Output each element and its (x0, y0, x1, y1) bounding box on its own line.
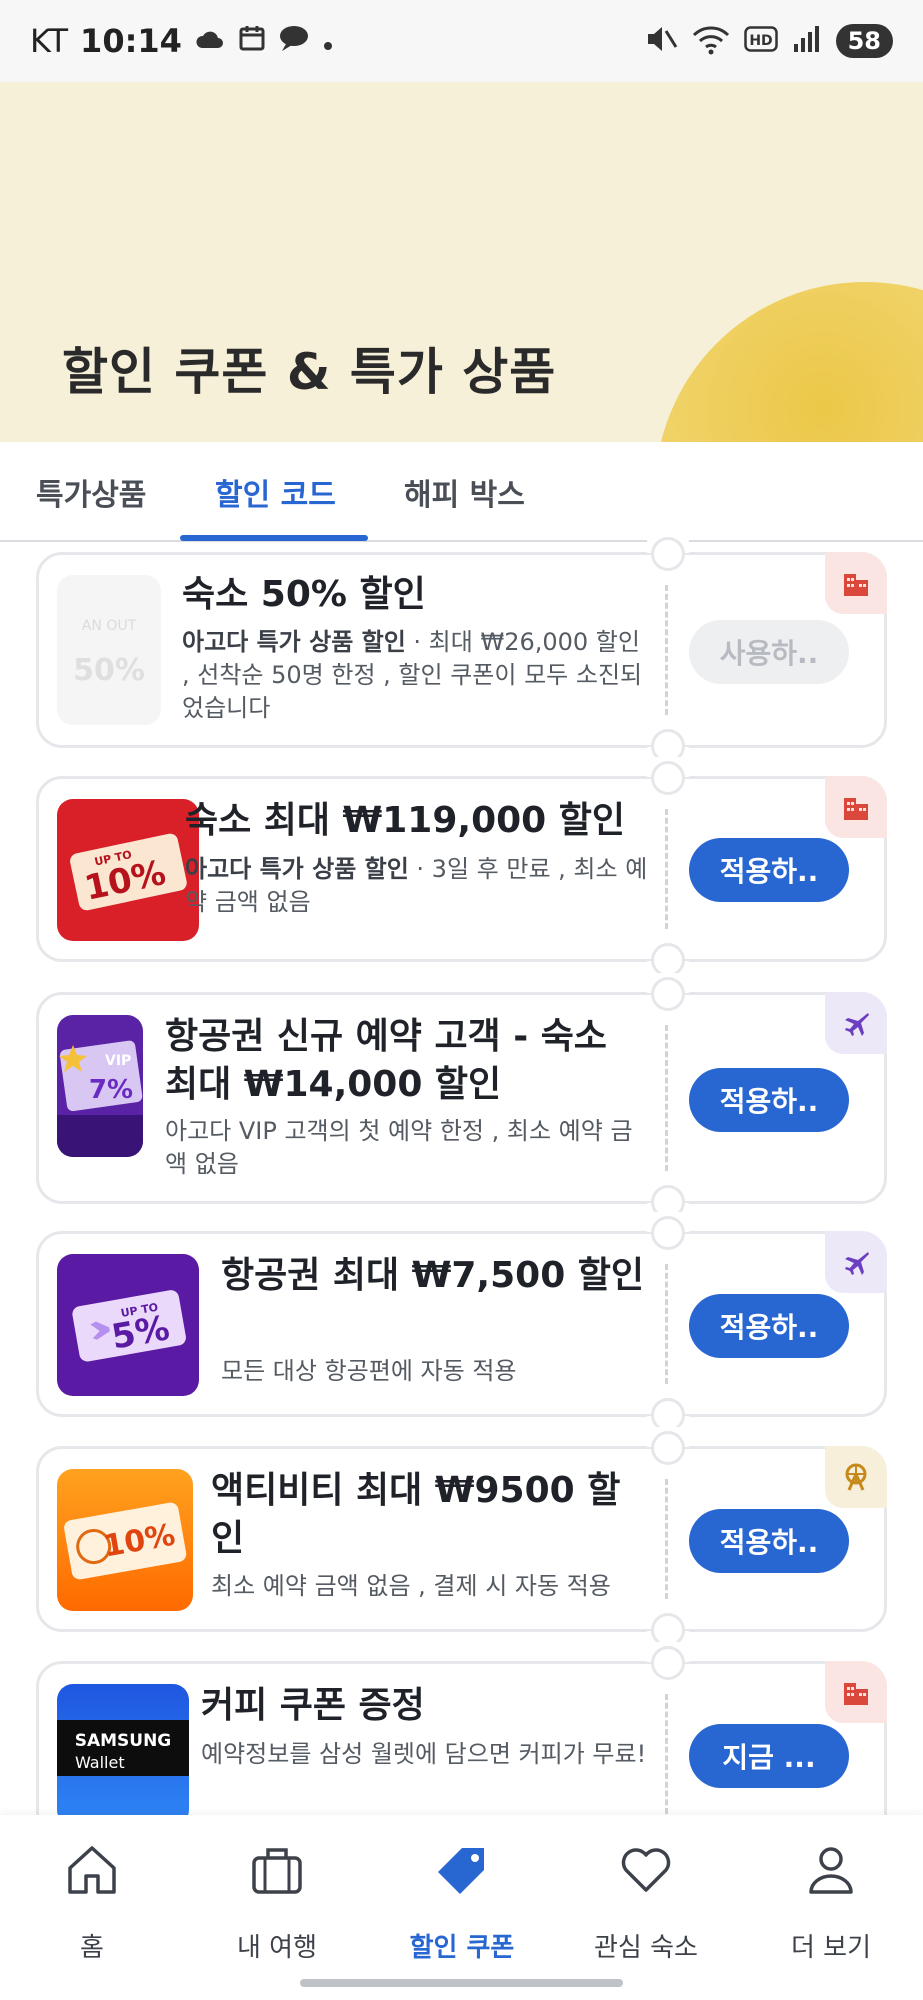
coupon-thumbnail: UP TO 10% (57, 799, 199, 941)
bottom-navigation: 홈 내 여행 할인 쿠폰 관심 숙소 더 보기 (0, 1815, 923, 2000)
hotel-icon (825, 552, 887, 614)
profile-icon (756, 1835, 906, 1905)
coupon-description: 아고다 VIP 고객의 첫 예약 한정 , 최소 예약 금액 없음 (165, 1117, 633, 1178)
thumb-text: 50% (73, 653, 145, 688)
get-now-button[interactable]: 지금 ... (689, 1724, 849, 1788)
hero-banner: 할인 쿠폰 & 특가 상품 (0, 82, 923, 442)
coupon-description: 아고다 특가 상품 할인 · 최대 ₩26,000 할인 , 선착순 50명 한… (182, 628, 643, 722)
active-tab-indicator (180, 535, 368, 541)
nav-my-trips-label: 내 여행 (236, 1933, 318, 1963)
nav-my-trips[interactable]: 내 여행 (202, 1835, 352, 1964)
coupon-description: 예약정보를 삼성 월렛에 담으면 커피가 무료! (201, 1740, 647, 1768)
thumb-sub-text: Wallet (75, 1753, 125, 1772)
apply-coupon-button[interactable]: 적용하.. (689, 838, 849, 902)
thumb-text: 7% (89, 1075, 133, 1105)
hotel-icon (825, 1661, 887, 1723)
coupon-divider (665, 1479, 668, 1599)
coupon-card[interactable]: UP TO 5% 항공권 최대 ₩7,500 할인 모든 대상 항공편에 자동 … (36, 1212, 887, 1436)
nav-home-label: 홈 (80, 1933, 104, 1963)
coupon-divider (665, 1694, 668, 1814)
airplane-icon (825, 1231, 887, 1293)
coupon-thumbnail: 10% (57, 1469, 193, 1611)
coupon-title: 커피 쿠폰 증정 (201, 1685, 425, 1726)
coupon-divider (665, 809, 668, 929)
thumb-text: SAMSUNG (75, 1731, 172, 1751)
coupon-thumbnail: SAMSUNG Wallet (57, 1684, 189, 1826)
coupon-description: 아고다 특가 상품 할인 · 3일 후 만료 , 최소 예약 금액 없음 (185, 855, 648, 916)
app-root: KT 10:14 HD 58 할인 쿠폰 & 특가 상품 특가상품 할인 코드 … (0, 0, 923, 2000)
coupon-card[interactable]: 10% 액티비티 최대 ₩9500 할인 최소 예약 금액 없음 , 결제 시 … (36, 1427, 887, 1651)
svg-text:VIP: VIP (105, 1053, 131, 1069)
tab-happy-box[interactable]: 해피 박스 (404, 470, 525, 514)
nav-coupons[interactable]: 할인 쿠폰 (387, 1835, 537, 1964)
nav-coupons-label: 할인 쿠폰 (409, 1933, 515, 1963)
ferris-wheel-icon (825, 1446, 887, 1508)
svg-text:AN OUT: AN OUT (82, 618, 137, 634)
nav-favorites-label: 관심 숙소 (594, 1933, 698, 1963)
coupon-divider (665, 1025, 668, 1171)
mute-icon (644, 23, 678, 59)
chat-icon (278, 22, 310, 60)
cloud-icon (194, 22, 226, 60)
coupon-title: 숙소 50% 할인 (182, 574, 426, 615)
tab-special-deals[interactable]: 특가상품 (36, 470, 146, 514)
clock: 10:14 (80, 22, 182, 60)
coupon-title: 액티비티 최대 ₩9500 할인 (211, 1470, 621, 1559)
page-title: 할인 쿠폰 & 특가 상품 (62, 343, 557, 401)
coupon-card[interactable]: UP TO 10% 숙소 최대 ₩119,000 할인 아고다 특가 상품 할인… (36, 757, 887, 981)
coupon-thumbnail: VIP 7% (57, 1015, 143, 1157)
svg-text:HD: HD (749, 33, 772, 49)
coupon-divider (665, 1264, 668, 1384)
wifi-icon (692, 23, 730, 59)
tab-bar: 특가상품 할인 코드 해피 박스 (0, 442, 923, 542)
home-indicator[interactable] (300, 1979, 623, 1987)
coupon-thumbnail: UP TO 5% (57, 1254, 199, 1396)
hd-icon: HD (743, 26, 778, 56)
airplane-icon (825, 992, 887, 1054)
nav-favorites[interactable]: 관심 숙소 (571, 1835, 721, 1964)
hotel-icon (825, 776, 887, 838)
coupon-title: 항공권 최대 ₩7,500 할인 (221, 1255, 645, 1296)
status-bar: KT 10:14 HD 58 (0, 0, 923, 82)
suitcase-icon (202, 1835, 352, 1905)
coupon-title: 숙소 최대 ₩119,000 할인 (185, 800, 625, 841)
tab-discount-code[interactable]: 할인 코드 (215, 470, 336, 514)
tag-icon (387, 1835, 537, 1905)
apply-coupon-button[interactable]: 적용하.. (689, 1068, 849, 1132)
coupon-card[interactable]: VIP 7% 항공권 신규 예약 고객 - 숙소 최대 ₩14,000 할인 아… (36, 973, 887, 1223)
battery-indicator: 58 (835, 24, 893, 58)
dot-icon (322, 22, 334, 60)
signal-icon (792, 24, 822, 58)
coupon-thumbnail: AN OUT 50% (57, 575, 161, 725)
coupon-description: 모든 대상 항공편에 자동 적용 (221, 1357, 517, 1385)
use-coupon-button[interactable]: 사용하.. (689, 620, 849, 684)
home-icon (17, 1835, 167, 1905)
coupon-title: 항공권 신규 예약 고객 - 숙소 최대 ₩14,000 할인 (165, 1016, 607, 1105)
apply-coupon-button[interactable]: 적용하.. (689, 1509, 849, 1573)
coupon-card[interactable]: AN OUT 50% 숙소 50% 할인 아고다 특가 상품 할인 · 최대 ₩… (36, 533, 887, 767)
coupon-description: 최소 예약 금액 없음 , 결제 시 자동 적용 (211, 1572, 611, 1600)
heart-icon (571, 1835, 721, 1905)
nav-more-label: 더 보기 (790, 1933, 872, 1963)
coupon-divider (665, 585, 668, 715)
calendar-icon (238, 22, 266, 60)
carrier-label: KT (30, 22, 69, 60)
apply-coupon-button[interactable]: 적용하.. (689, 1294, 849, 1358)
nav-home[interactable]: 홈 (17, 1835, 167, 1964)
nav-more[interactable]: 더 보기 (756, 1835, 906, 1964)
sun-illustration (655, 282, 923, 442)
